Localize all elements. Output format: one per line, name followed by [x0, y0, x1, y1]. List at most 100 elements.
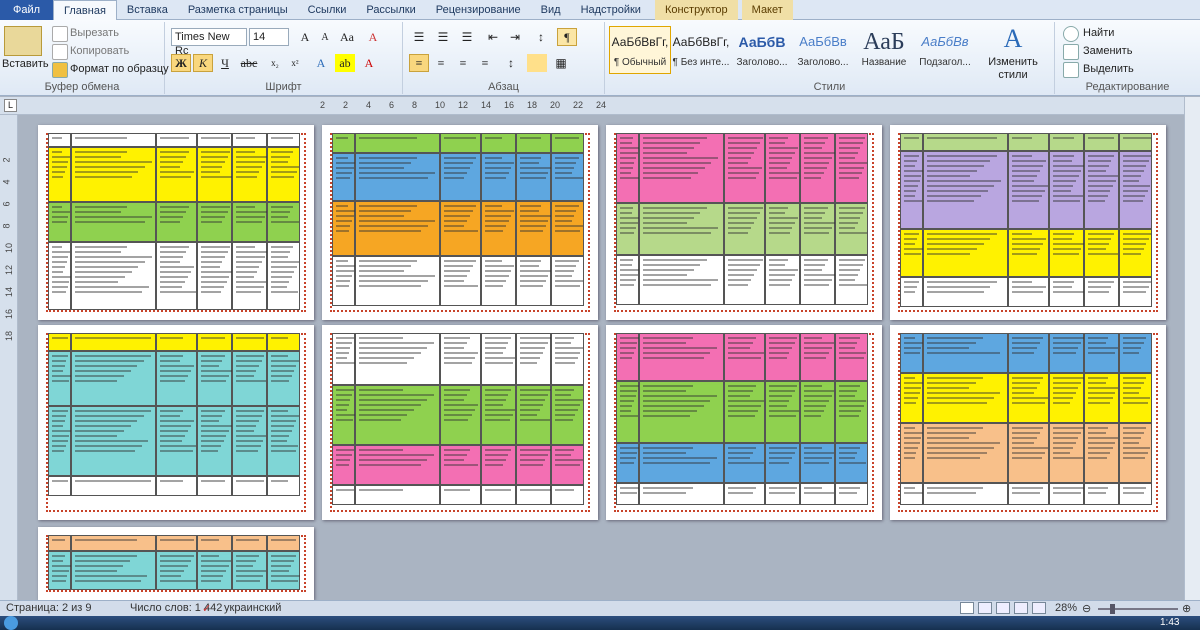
document-page[interactable] [322, 125, 598, 320]
full-screen-icon[interactable] [978, 602, 992, 614]
style-item[interactable]: АаБ Название [853, 26, 915, 74]
vertical-scrollbar[interactable] [1184, 97, 1200, 600]
tab-10[interactable]: Макет [741, 0, 793, 20]
tab-9[interactable]: Конструктор [654, 0, 738, 20]
italic-button[interactable]: К [193, 54, 213, 72]
tab-5[interactable]: Рассылки [356, 0, 425, 20]
table-cell [267, 147, 300, 202]
table-cell [332, 256, 356, 306]
font-name-combo[interactable]: Times New Rc [171, 28, 247, 57]
table-cell [764, 333, 800, 381]
tab-0[interactable]: Файл [0, 0, 54, 20]
page-count[interactable]: Страница: 2 из 9 [6, 602, 92, 614]
select-button[interactable]: Выделить [1083, 63, 1134, 75]
table-cell [638, 333, 725, 381]
tab-selector-icon[interactable]: L [4, 99, 17, 112]
change-case-icon[interactable]: Aa [337, 28, 357, 46]
document-page[interactable] [890, 325, 1166, 520]
style-item[interactable]: АаБбВв Подзагол... [914, 26, 976, 74]
numbering-icon[interactable]: ☰ [433, 28, 453, 46]
table-cell [1083, 333, 1120, 373]
font-color-icon[interactable]: A [359, 54, 379, 72]
zoom-slider-thumb[interactable] [1110, 604, 1115, 614]
paste-icon[interactable] [4, 26, 42, 56]
show-marks-icon[interactable]: ¶ [557, 28, 577, 46]
ruler-number: 12 [4, 264, 15, 276]
table-cell [1119, 151, 1152, 229]
bullets-icon[interactable]: ☰ [409, 28, 429, 46]
print-layout-icon[interactable] [960, 602, 974, 614]
justify-icon[interactable]: ≡ [475, 54, 495, 72]
borders-icon[interactable]: ▦ [551, 54, 571, 72]
document-page[interactable] [38, 527, 314, 600]
style-item[interactable]: АаБбВвГг, ¶ Без инте... [670, 26, 732, 74]
zoom-out-icon[interactable]: ⊖ [1082, 602, 1091, 615]
language[interactable]: украинский [224, 602, 281, 614]
table-cell [1008, 373, 1049, 423]
style-item[interactable]: АаБбВ Заголово... [731, 26, 793, 74]
zoom-level[interactable]: 28% [1055, 602, 1077, 614]
document-page[interactable] [890, 125, 1166, 320]
highlight-icon[interactable]: ab [335, 54, 355, 72]
zoom-in-icon[interactable]: ⊕ [1182, 602, 1191, 615]
web-layout-icon[interactable] [996, 602, 1010, 614]
strikethrough-icon[interactable]: abc [239, 54, 259, 72]
table-cell [231, 147, 268, 202]
change-styles-button[interactable]: Изменить стили [975, 56, 1051, 82]
table-cell [48, 551, 71, 590]
tab-8[interactable]: Надстройки [571, 0, 651, 20]
find-button[interactable]: Найти [1083, 27, 1114, 39]
table-cell [724, 203, 765, 255]
tab-7[interactable]: Вид [531, 0, 571, 20]
style-item[interactable]: АаБбВв Заголово... [792, 26, 854, 74]
bold-button[interactable]: Ж [171, 54, 191, 72]
tab-1[interactable]: Главная [53, 0, 117, 21]
document-page[interactable] [38, 325, 314, 520]
table-cell [900, 229, 924, 277]
document-page[interactable] [38, 125, 314, 320]
copy-button[interactable]: Копировать [70, 45, 129, 57]
table-cell [480, 256, 516, 306]
change-styles-icon[interactable]: A [983, 24, 1043, 54]
paste-button[interactable]: Вставить [2, 58, 49, 70]
multilevel-list-icon[interactable]: ☰ [457, 28, 477, 46]
shading-icon[interactable] [527, 54, 547, 72]
subscript-icon[interactable]: x₂ [265, 54, 285, 72]
document-page[interactable] [606, 125, 882, 320]
align-left-icon[interactable]: ≡ [409, 54, 429, 72]
replace-button[interactable]: Заменить [1083, 45, 1132, 57]
start-icon[interactable] [4, 616, 18, 630]
ruler-number: 4 [1, 179, 12, 185]
draft-icon[interactable] [1032, 602, 1046, 614]
clear-format-icon[interactable]: A [363, 28, 383, 46]
table-cell [900, 483, 923, 505]
document-page[interactable] [322, 325, 598, 520]
decrease-indent-icon[interactable]: ⇤ [483, 28, 503, 46]
underline-button[interactable]: Ч [215, 54, 235, 72]
format-painter-button[interactable]: Формат по образцу [70, 63, 169, 75]
table-cell [156, 406, 197, 476]
sort-icon[interactable]: ↕ [531, 28, 551, 46]
proofing-icon[interactable]: ✓ [202, 602, 211, 615]
tab-2[interactable]: Вставка [117, 0, 178, 20]
shrink-font-icon[interactable]: A [315, 28, 335, 46]
document-page[interactable] [606, 325, 882, 520]
line-spacing-icon[interactable]: ↕ [501, 54, 521, 72]
style-item[interactable]: АаБбВвГг, ¶ Обычный [609, 26, 671, 74]
table-cell [332, 445, 355, 485]
table-cell [480, 133, 516, 153]
text-effects-icon[interactable]: A [311, 54, 331, 72]
tab-3[interactable]: Разметка страницы [178, 0, 298, 20]
tab-6[interactable]: Рецензирование [426, 0, 531, 20]
increase-indent-icon[interactable]: ⇥ [505, 28, 525, 46]
outline-icon[interactable] [1014, 602, 1028, 614]
font-size-combo[interactable]: 14 [249, 28, 289, 46]
cut-button[interactable]: Вырезать [70, 27, 119, 39]
superscript-icon[interactable]: x² [285, 54, 305, 72]
grow-font-icon[interactable]: A [295, 28, 315, 46]
align-right-icon[interactable]: ≡ [453, 54, 473, 72]
tab-4[interactable]: Ссылки [298, 0, 357, 20]
table-cell [835, 381, 868, 443]
align-center-icon[interactable]: ≡ [431, 54, 451, 72]
table-cell [638, 133, 725, 203]
